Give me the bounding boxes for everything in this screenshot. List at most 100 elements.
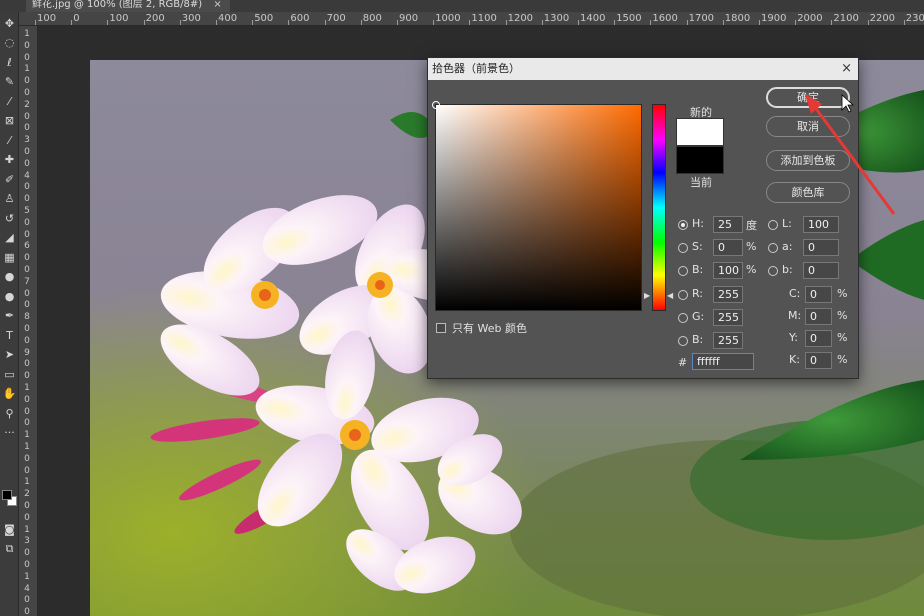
ruler-digit: 7	[24, 276, 30, 287]
close-icon[interactable]: ×	[841, 58, 852, 80]
a-label: a:	[782, 240, 793, 253]
ruler-digit: 0	[24, 335, 30, 346]
path-select-tool-icon[interactable]: ➤	[0, 346, 19, 364]
spot-healing-tool-icon[interactable]: ✚	[0, 151, 19, 169]
ruler-digit: 0	[24, 40, 30, 51]
hue-slider[interactable]	[652, 104, 666, 311]
radio-b[interactable]	[678, 266, 688, 276]
m-unit: %	[837, 309, 848, 322]
h-label: H:	[692, 217, 704, 230]
lasso-tool-icon[interactable]: ℓ	[0, 53, 19, 71]
eraser-tool-icon[interactable]: ◢	[0, 229, 19, 247]
ruler-tick-label: 1100	[471, 13, 497, 24]
dialog-title-bar[interactable]: 拾色器（前景色） ×	[428, 58, 858, 80]
ruler-tick-label: 1400	[580, 13, 606, 24]
y-unit: %	[837, 331, 848, 344]
radio-lab-b[interactable]	[768, 266, 778, 276]
hex-input[interactable]: ffffff	[692, 353, 754, 370]
ruler-digit: 0	[24, 324, 30, 334]
zoom-tool-icon[interactable]: ⚲	[0, 404, 19, 422]
dodge-tool-icon[interactable]: ●	[0, 287, 19, 305]
color-field[interactable]	[432, 101, 642, 311]
ruler-digit: 3	[24, 536, 30, 547]
web-colors-only-label: 只有 Web 颜色	[452, 322, 527, 335]
pen-tool-icon[interactable]: ✒	[0, 307, 19, 325]
y-input[interactable]: 0	[805, 330, 832, 347]
radio-blue[interactable]	[678, 336, 688, 346]
type-tool-icon[interactable]: T	[0, 326, 19, 344]
ruler-tick-label: 1900	[761, 13, 787, 24]
move-tool-icon[interactable]: ✥	[0, 14, 19, 32]
c-unit: %	[837, 287, 848, 300]
k-input[interactable]: 0	[805, 352, 832, 369]
ruler-tick-label: 600	[290, 13, 310, 24]
ruler-digit: 0	[24, 406, 30, 417]
ruler-tick-label: 700	[326, 13, 346, 24]
current-color-swatch[interactable]	[676, 146, 724, 174]
more-tools-icon[interactable]: ···	[0, 424, 19, 442]
hue-slider-left-arrow-icon[interactable]: ▶	[644, 291, 650, 300]
ruler-digit: 6	[24, 241, 30, 252]
r-input[interactable]: 255	[713, 286, 743, 303]
k-unit: %	[837, 353, 848, 366]
ruler-tick-label: 400	[218, 13, 238, 24]
foreground-color-swatch[interactable]	[2, 490, 12, 500]
g-input[interactable]: 255	[713, 309, 743, 326]
magic-wand-tool-icon[interactable]: ⁄	[0, 92, 19, 110]
clone-stamp-tool-icon[interactable]: ♙	[0, 190, 19, 208]
ruler-digit: 1	[24, 430, 30, 441]
crop-tool-icon[interactable]: ⊠	[0, 112, 19, 130]
radio-s[interactable]	[678, 243, 688, 253]
cancel-button[interactable]: 取消	[766, 116, 850, 137]
a-input[interactable]: 0	[803, 239, 839, 256]
b-input[interactable]: 100	[713, 262, 743, 279]
ruler-digit: 1	[24, 571, 30, 582]
ruler-digit: 1	[24, 383, 30, 393]
screen-mode-icon[interactable]: ⧉	[0, 540, 19, 558]
eyedropper-tool-icon[interactable]: ⁄	[0, 131, 19, 149]
ruler-digit: 0	[24, 52, 30, 63]
s-input[interactable]: 0	[713, 239, 743, 256]
c-input[interactable]: 0	[805, 286, 832, 303]
ruler-tick-label: 2200	[869, 13, 896, 24]
ruler-digit: 2	[24, 489, 30, 500]
blue-input[interactable]: 255	[713, 332, 743, 349]
quick-mask-icon[interactable]: ◙	[0, 520, 19, 538]
color-libraries-button[interactable]: 颜色库	[766, 182, 850, 203]
ruler-digit: 0	[24, 217, 30, 228]
marquee-tool-icon[interactable]: ◌	[0, 34, 19, 52]
ruler-tick-label: 2000	[797, 13, 823, 24]
ok-button[interactable]: 确定	[766, 87, 850, 108]
radio-g[interactable]	[678, 313, 688, 323]
close-tab-icon[interactable]: ×	[213, 0, 221, 10]
shape-tool-icon[interactable]: ▭	[0, 365, 19, 383]
h-input[interactable]: 25	[713, 216, 743, 233]
radio-a[interactable]	[768, 243, 778, 253]
radio-r[interactable]	[678, 290, 688, 300]
radio-h[interactable]	[678, 220, 688, 230]
web-colors-only-checkbox[interactable]	[436, 323, 446, 333]
current-color-label: 当前	[690, 176, 712, 189]
gradient-tool-icon[interactable]: ▦	[0, 248, 19, 266]
ruler-digit: 1	[24, 477, 30, 488]
add-to-swatches-button[interactable]: 添加到色板	[766, 150, 850, 171]
blur-tool-icon[interactable]: ●	[0, 268, 19, 286]
ruler-digit: 0	[24, 548, 30, 559]
l-input[interactable]: 100	[803, 216, 839, 233]
radio-l[interactable]	[768, 220, 778, 230]
color-field-marker[interactable]	[432, 101, 440, 109]
document-tab-bar: 鲜花.jpg @ 100% (图层 2, RGB/8#) ×	[0, 0, 924, 12]
ruler-digit: 0	[24, 229, 30, 240]
hand-tool-icon[interactable]: ✋	[0, 385, 19, 403]
quick-select-tool-icon[interactable]: ✎	[0, 73, 19, 91]
ruler-digit: 2	[24, 99, 30, 110]
ruler-digit: 0	[24, 359, 30, 370]
h-unit: 度	[746, 219, 757, 232]
document-tab[interactable]: 鲜花.jpg @ 100% (图层 2, RGB/8#) ×	[26, 0, 230, 12]
history-brush-tool-icon[interactable]: ↺	[0, 209, 19, 227]
lab-b-input[interactable]: 0	[803, 262, 839, 279]
brush-tool-icon[interactable]: ✐	[0, 170, 19, 188]
ruler-digit: 0	[24, 300, 30, 311]
m-input[interactable]: 0	[805, 308, 832, 325]
hue-slider-right-arrow-icon[interactable]: ◀	[667, 291, 673, 300]
